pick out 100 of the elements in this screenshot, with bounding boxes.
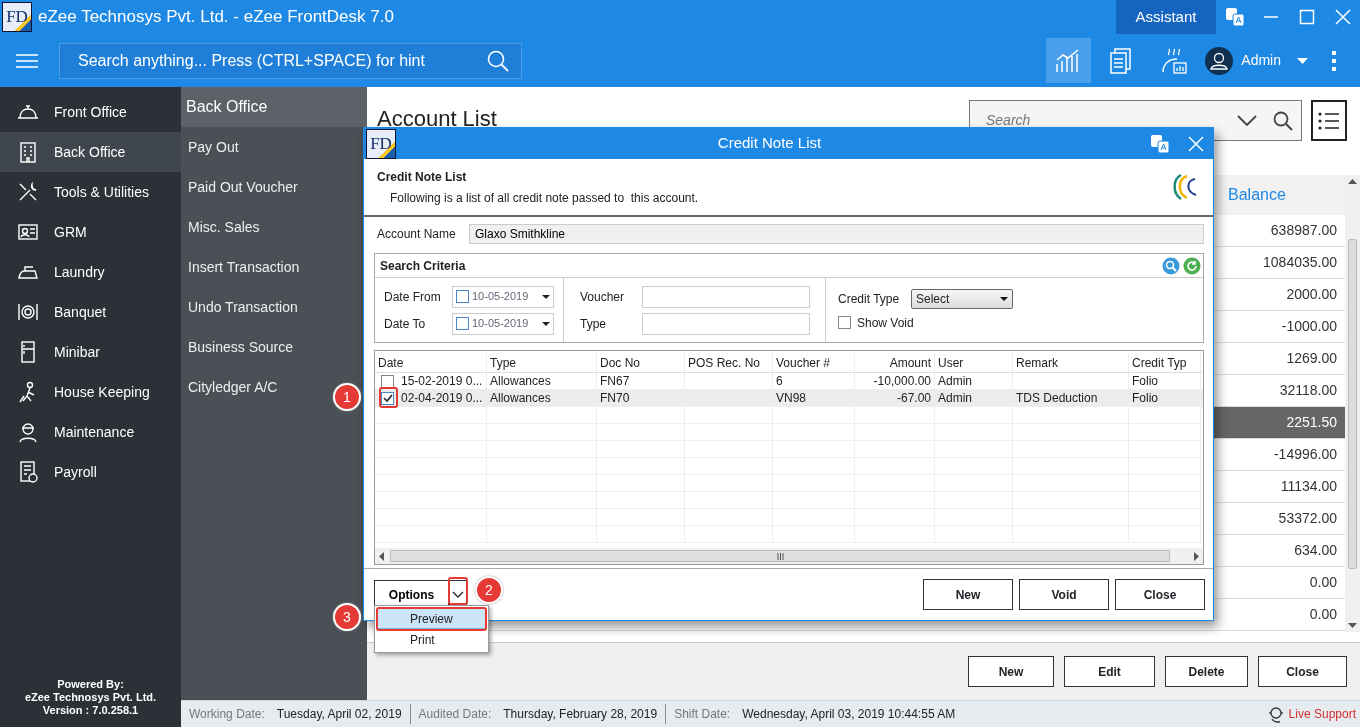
sidebar-item[interactable]: Payroll	[0, 452, 181, 492]
action-button[interactable]: Void	[1019, 579, 1109, 610]
search-icon[interactable]	[1273, 111, 1293, 132]
search-field[interactable]: Search	[984, 109, 1237, 132]
header-title: Credit Note List	[377, 168, 468, 186]
table-cell: 6	[776, 373, 783, 389]
submenu-item[interactable]: Undo Transaction	[188, 296, 298, 318]
caret-icon[interactable]	[542, 321, 550, 326]
header-subtitle: Following is a list of all credit note passed to this account.	[390, 189, 700, 207]
highlight-frame	[379, 387, 398, 408]
row-checkbox[interactable]	[381, 391, 394, 405]
column-header[interactable]: Date	[375, 353, 487, 372]
table-cell: FN70	[600, 390, 630, 406]
translate-icon[interactable]	[1224, 6, 1246, 28]
sidebar-item[interactable]: Maintenance	[0, 412, 181, 452]
section-title: Search Criteria	[380, 257, 467, 275]
menu-item[interactable]: Print	[377, 629, 486, 650]
submenu-item[interactable]: Business Source	[188, 336, 294, 358]
sidebar-item[interactable]: GRM	[0, 212, 181, 252]
column-header[interactable]: Type	[487, 353, 597, 372]
menu-icon[interactable]	[16, 54, 38, 69]
status-value: Thursday, February 28, 2019	[503, 706, 658, 723]
close-icon[interactable]	[1335, 9, 1351, 25]
column-header[interactable]: Credit Typ	[1129, 353, 1201, 372]
sidebar-item[interactable]: Laundry	[0, 252, 181, 292]
table-cell-text: 2251.50	[1286, 413, 1338, 432]
account-name-field[interactable]: Glaxo Smithkline	[469, 224, 1204, 244]
table-cell: Admin	[938, 390, 972, 406]
checkbox[interactable]	[456, 317, 469, 330]
checkbox[interactable]	[456, 290, 469, 303]
table-cell: Admin	[938, 373, 972, 389]
scroll-right-icon[interactable]	[1194, 551, 1199, 561]
assistant-button[interactable]: Assistant	[1116, 0, 1216, 34]
sidebar-item[interactable]: Front Office	[0, 92, 181, 132]
submenu-item[interactable]: Cityledger A/C	[188, 376, 278, 398]
column-header[interactable]: POS Rec. No	[685, 353, 773, 372]
table-cell-text: 0.00	[1309, 573, 1338, 592]
list-view-button[interactable]	[1311, 100, 1347, 141]
submenu-item[interactable]: Misc. Sales	[188, 216, 260, 238]
checkbox[interactable]	[838, 316, 851, 329]
avatar-icon[interactable]	[1205, 46, 1234, 75]
caret-icon	[1000, 296, 1008, 301]
credit-type-dropdown[interactable]: Select	[911, 288, 1013, 309]
table-cell: Allowances	[490, 373, 551, 389]
table-cell: -67.00	[896, 390, 931, 406]
footer-text: eZee Technosys Pvt. Ltd.	[23, 691, 158, 704]
sidebar-item[interactable]: House Keeping	[0, 372, 181, 412]
user-name[interactable]: Admin	[1241, 50, 1281, 71]
search-icon[interactable]	[487, 49, 509, 72]
app-logo: FD	[2, 2, 32, 32]
submenu-item[interactable]: Paid Out Voucher	[188, 176, 298, 198]
action-button[interactable]: New	[923, 579, 1013, 610]
chevron-icon[interactable]	[1237, 115, 1257, 126]
text-field[interactable]	[642, 312, 810, 335]
column-header[interactable]: Doc No	[597, 353, 685, 372]
highlight-frame	[448, 577, 468, 605]
text-field[interactable]	[642, 285, 810, 308]
date-picker[interactable]: 10-05-2019	[452, 312, 554, 335]
action-button[interactable]: New	[968, 656, 1054, 687]
check-icon	[382, 393, 393, 403]
maximize-icon[interactable]	[1299, 9, 1315, 25]
column-header[interactable]: User	[935, 353, 1013, 372]
action-button[interactable]: Close	[1258, 656, 1347, 687]
scrollbar[interactable]	[375, 548, 1203, 564]
table-cell: Folio	[1132, 373, 1158, 389]
scroll-up-icon[interactable]	[1348, 179, 1357, 184]
live-support-link[interactable]: Live Support	[1266, 705, 1356, 723]
app-logo: FD	[366, 128, 396, 159]
action-button[interactable]: Delete	[1165, 656, 1248, 687]
table-cell: 02-04-2019 0...	[401, 390, 483, 406]
sidebar-item[interactable]: Minibar	[0, 332, 181, 372]
sidebar-item[interactable]: Banquet	[0, 292, 181, 332]
translate-icon[interactable]	[1149, 132, 1171, 155]
column-header[interactable]: Remark	[1013, 353, 1129, 372]
field-label: Account Name	[377, 226, 457, 243]
action-button[interactable]: Close	[1115, 579, 1205, 610]
submenu-item[interactable]: Pay Out	[188, 136, 239, 158]
caret-icon[interactable]	[542, 294, 550, 299]
footer-text: Version : 7.0.258.1	[41, 704, 140, 717]
row-checkbox[interactable]	[381, 374, 394, 388]
date-picker[interactable]: 10-05-2019	[452, 285, 554, 308]
sidebar-item[interactable]: Tools & Utilities	[0, 172, 181, 212]
scrollbar[interactable]	[1345, 175, 1360, 632]
more-icon[interactable]	[1332, 51, 1336, 72]
column-header[interactable]: Voucher #	[773, 353, 855, 372]
refresh-icon[interactable]	[1183, 256, 1201, 275]
table-cell-text: -14996.00	[1273, 445, 1338, 464]
scroll-down-icon[interactable]	[1348, 623, 1357, 628]
field-label: Credit Type	[838, 290, 901, 308]
sidebar-item[interactable]: Back Office	[0, 132, 181, 172]
field-label: Type	[580, 315, 607, 333]
status-value: Wednesday, April 03, 2019 10:44:55 AM	[742, 706, 956, 723]
submenu-item[interactable]: Insert Transaction	[188, 256, 300, 278]
action-button[interactable]: Edit	[1064, 656, 1155, 687]
search-field[interactable]: Search anything... Press (CTRL+SPACE) for hint	[76, 47, 487, 74]
status-label: Audited Date:	[418, 706, 492, 723]
scroll-left-icon[interactable]	[379, 551, 384, 561]
search-box[interactable]: Search anything... Press (CTRL+SPACE) for hint	[59, 42, 522, 79]
column-header[interactable]: Amount	[855, 353, 935, 372]
close-icon[interactable]	[1188, 135, 1204, 152]
